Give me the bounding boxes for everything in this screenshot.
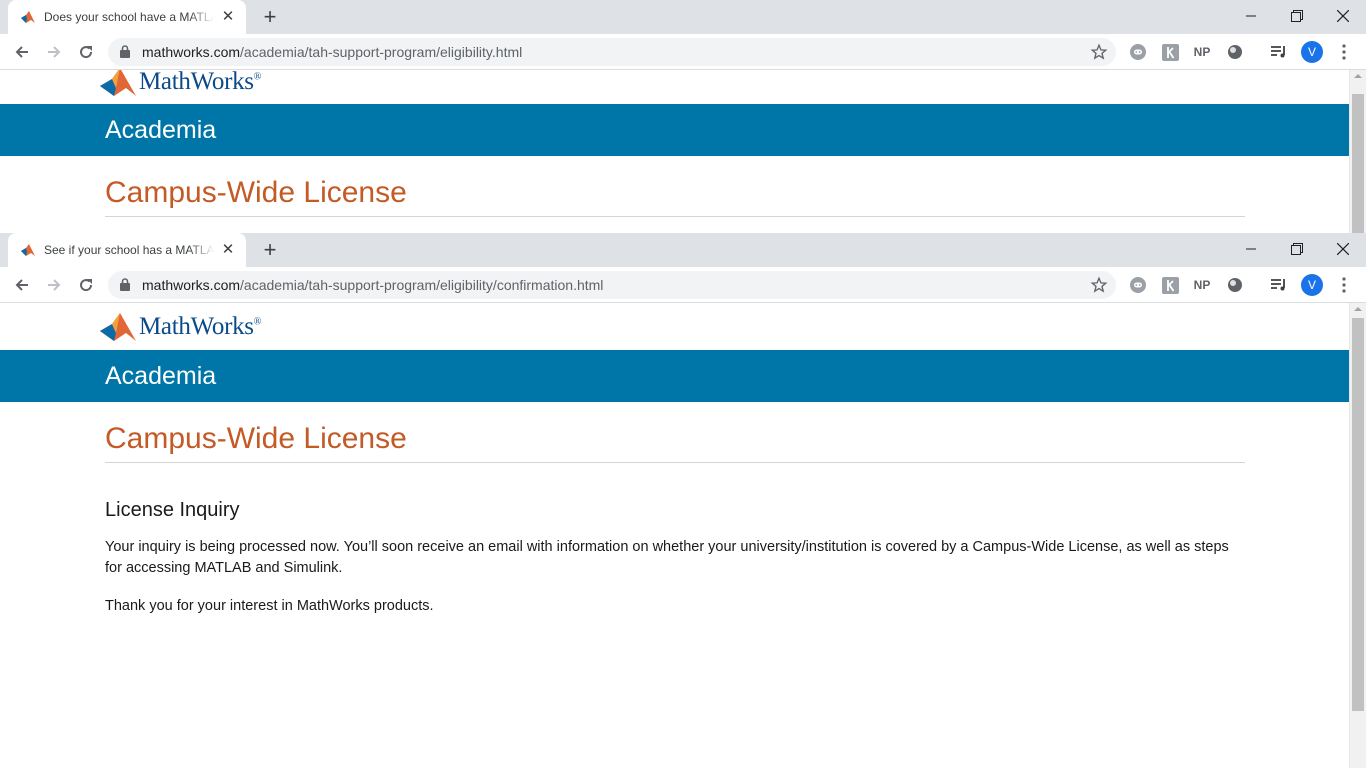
more-vert-icon [1342,277,1346,293]
np-extension-icon[interactable]: NP [1192,275,1212,295]
media-queue-icon[interactable] [1269,42,1289,62]
browser-menu-button[interactable] [1334,275,1354,295]
new-tab-button[interactable]: + [258,6,282,28]
section-title: License Inquiry [105,499,240,521]
new-tab-button[interactable]: + [258,239,282,261]
banner-title[interactable]: Academia [105,116,216,145]
profile-avatar[interactable]: V [1301,41,1323,63]
url-path: /academia/tah-support-program/eligibilit… [240,44,523,60]
profile-avatar[interactable]: V [1301,274,1323,296]
mathworks-logo[interactable]: MathWorks® [100,311,261,343]
url-path: /academia/tah-support-program/eligibilit… [240,277,604,293]
forward-arrow-icon [48,279,61,291]
vertical-scrollbar[interactable] [1349,70,1366,233]
restore-button[interactable] [1274,233,1320,265]
tab-title: Does your school have a MATLAB [44,10,214,24]
close-icon [1337,243,1349,255]
url-host: mathworks.com [142,277,241,293]
close-window-button[interactable] [1320,0,1366,32]
logo-text: MathWorks® [139,313,262,340]
forward-arrow-icon [48,46,61,58]
scrollbar-thumb[interactable] [1352,94,1364,233]
back-button[interactable] [8,271,36,299]
matlab-favicon-icon [21,11,35,23]
forward-button[interactable] [40,38,68,66]
logo-text: MathWorks® [139,70,262,95]
page-viewport: MathWorks® Academia Campus-Wide License [0,70,1366,233]
close-window-button[interactable] [1320,233,1366,265]
academia-banner: Academia [0,104,1349,156]
np-extension-icon[interactable]: NP [1192,42,1212,62]
close-icon [1337,10,1349,22]
reload-icon [80,46,93,59]
heading-divider [105,462,1245,463]
url-text: mathworks.com/academia/tah-support-progr… [142,38,522,66]
vertical-scrollbar[interactable] [1349,303,1366,768]
page-heading: Campus-Wide License [105,176,407,209]
tab-close-icon[interactable]: ✕ [220,242,236,258]
media-queue-icon[interactable] [1269,275,1289,295]
address-bar[interactable]: mathworks.com/academia/tah-support-progr… [108,38,1116,66]
restore-icon [1291,10,1303,22]
minimize-icon [1246,15,1256,17]
page-viewport: MathWorks® Academia Campus-Wide License … [0,303,1366,768]
bookmark-star-icon[interactable] [1090,276,1108,294]
lock-icon [120,45,130,58]
back-arrow-icon [15,46,28,58]
tab-eligibility[interactable]: Does your school have a MATLAB ✕ [8,0,246,34]
browser-menu-button[interactable] [1334,42,1354,62]
minimize-button[interactable] [1228,0,1274,32]
extension-k-icon[interactable] [1160,275,1180,295]
reload-button[interactable] [72,271,100,299]
tab-strip: See if your school has a MATLAB ✕ + [0,233,1366,267]
reload-button[interactable] [72,38,100,66]
page-heading: Campus-Wide License [105,422,407,455]
mathworks-logo[interactable]: MathWorks® [100,70,261,98]
banner-title[interactable]: Academia [105,362,216,391]
circle-extension-icon[interactable] [1225,42,1245,62]
tab-confirmation[interactable]: See if your school has a MATLAB ✕ [8,233,246,267]
forward-button[interactable] [40,271,68,299]
thank-you-paragraph: Thank you for your interest in MathWorks… [105,598,434,614]
browser-window-1: Does your school have a MATLAB ✕ + mathw… [0,0,1366,233]
more-vert-icon [1342,44,1346,60]
membrane-logo-icon [100,313,136,341]
browser-toolbar: mathworks.com/academia/tah-support-progr… [0,267,1366,303]
discord-extension-icon[interactable] [1128,42,1148,62]
bookmark-star-icon[interactable] [1090,43,1108,61]
url-text: mathworks.com/academia/tah-support-progr… [142,271,603,299]
back-button[interactable] [8,38,36,66]
circle-extension-icon[interactable] [1225,275,1245,295]
tab-strip: Does your school have a MATLAB ✕ + [0,0,1366,34]
back-arrow-icon [15,279,28,291]
confirmation-paragraph: Your inquiry is being processed now. You… [105,539,1229,576]
tab-title: See if your school has a MATLAB [44,243,214,257]
heading-divider [105,216,1245,217]
browser-toolbar: mathworks.com/academia/tah-support-progr… [0,34,1366,70]
restore-icon [1291,243,1303,255]
browser-window-2: See if your school has a MATLAB ✕ + math… [0,233,1366,768]
url-host: mathworks.com [142,44,241,60]
restore-button[interactable] [1274,0,1320,32]
tab-close-icon[interactable]: ✕ [220,9,236,25]
minimize-button[interactable] [1228,233,1274,265]
address-bar[interactable]: mathworks.com/academia/tah-support-progr… [108,271,1116,299]
discord-extension-icon[interactable] [1128,275,1148,295]
academia-banner: Academia [0,350,1349,402]
matlab-favicon-icon [21,244,35,256]
reload-icon [80,279,93,292]
lock-icon [120,278,130,291]
minimize-icon [1246,248,1256,250]
membrane-logo-icon [100,70,136,96]
scrollbar-thumb[interactable] [1352,318,1364,711]
extension-k-icon[interactable] [1160,42,1180,62]
